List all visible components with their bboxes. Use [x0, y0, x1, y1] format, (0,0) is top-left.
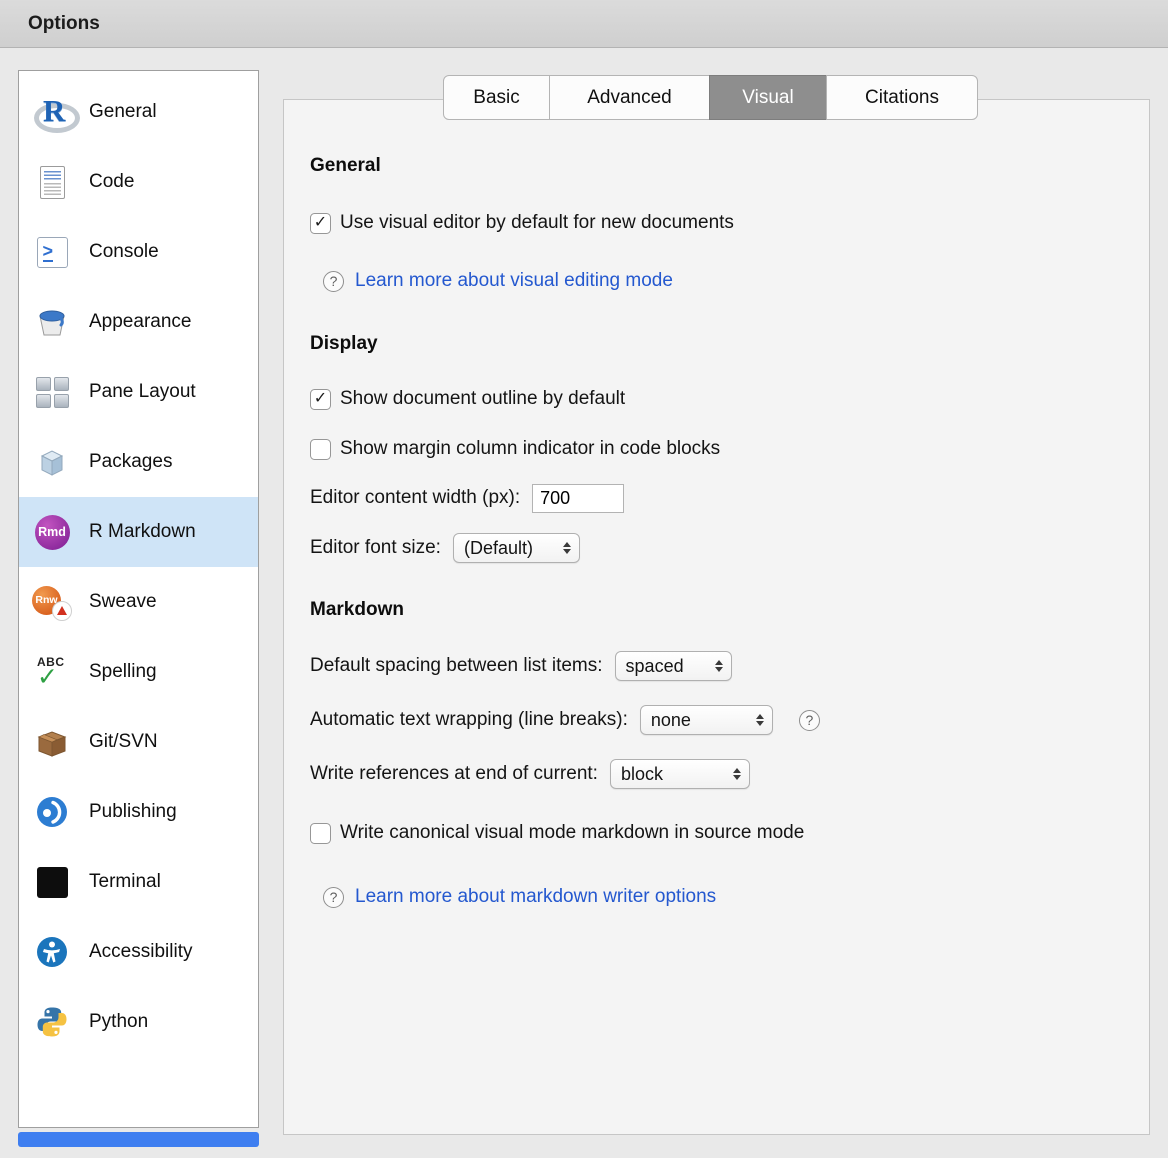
help-icon[interactable]: ? [323, 271, 344, 292]
tab-bar: Basic Advanced Visual Citations [443, 75, 978, 120]
sidebar-item-label: Sweave [89, 591, 157, 613]
canonical-markdown-checkbox[interactable] [310, 823, 331, 844]
show-outline-checkbox[interactable] [310, 389, 331, 410]
references-select[interactable]: block [610, 759, 750, 789]
display-section-heading: Display [310, 330, 1149, 358]
sidebar-item-spelling[interactable]: ABC✓ Spelling [19, 637, 258, 707]
visual-settings-panel: General Use visual editor by default for… [283, 99, 1150, 1135]
window-title: Options [28, 13, 100, 35]
paint-bucket-icon [32, 302, 72, 342]
sidebar-item-general[interactable]: R General [19, 77, 258, 147]
sidebar-item-publishing[interactable]: Publishing [19, 777, 258, 847]
chevron-up-down-icon [715, 660, 723, 673]
show-outline-label: Show document outline by default [340, 388, 625, 410]
learn-more-visual-editing-link[interactable]: Learn more about visual editing mode [355, 270, 673, 292]
markdown-section-heading: Markdown [310, 596, 1149, 624]
text-wrapping-row: Automatic text wrapping (line breaks): n… [310, 704, 1149, 736]
editor-font-size-label: Editor font size: [310, 537, 441, 559]
text-wrapping-select[interactable]: none [640, 705, 773, 735]
show-margin-checkbox[interactable] [310, 439, 331, 460]
editor-content-width-row: Editor content width (px): [310, 482, 1149, 514]
ok-button-partial[interactable] [18, 1132, 259, 1147]
markdown-writer-help-row: ? Learn more about markdown writer optio… [323, 882, 1149, 912]
sidebar-item-label: Git/SVN [89, 731, 158, 753]
canonical-markdown-checkbox-row[interactable]: Write canonical visual mode markdown in … [310, 818, 1149, 848]
sidebar-item-label: Publishing [89, 801, 177, 823]
editor-content-width-input[interactable] [532, 484, 624, 513]
r-logo-icon: R [32, 92, 72, 132]
tab-citations[interactable]: Citations [826, 75, 978, 120]
list-spacing-select[interactable]: spaced [615, 651, 732, 681]
list-spacing-row: Default spacing between list items: spac… [310, 650, 1149, 682]
editor-font-size-row: Editor font size: (Default) [310, 532, 1149, 564]
rmarkdown-badge-icon: Rmd [32, 512, 72, 552]
sidebar-item-label: Appearance [89, 311, 191, 333]
sweave-pdf-icon: Rnw [32, 582, 72, 622]
sidebar-item-label: Pane Layout [89, 381, 196, 403]
canonical-markdown-label: Write canonical visual mode markdown in … [340, 822, 804, 844]
tab-basic[interactable]: Basic [443, 75, 550, 120]
chevron-up-down-icon [733, 768, 741, 781]
python-icon [32, 1002, 72, 1042]
git-svn-box-icon [32, 722, 72, 762]
sidebar-item-code[interactable]: Code [19, 147, 258, 217]
sidebar-item-packages[interactable]: Packages [19, 427, 258, 497]
learn-more-markdown-writer-link[interactable]: Learn more about markdown writer options [355, 886, 716, 908]
sidebar-item-pane-layout[interactable]: Pane Layout [19, 357, 258, 427]
sidebar-item-console[interactable]: > Console [19, 217, 258, 287]
tab-visual[interactable]: Visual [709, 75, 827, 120]
sidebar-item-git-svn[interactable]: Git/SVN [19, 707, 258, 777]
text-wrapping-label: Automatic text wrapping (line breaks): [310, 709, 628, 731]
sidebar-item-label: Code [89, 171, 134, 193]
console-prompt-icon: > [32, 232, 72, 272]
spellcheck-icon: ABC✓ [32, 652, 72, 692]
text-wrapping-value: none [651, 710, 691, 731]
text-wrapping-help-icon[interactable]: ? [799, 710, 820, 731]
sidebar-item-terminal[interactable]: Terminal [19, 847, 258, 917]
references-label: Write references at end of current: [310, 763, 598, 785]
terminal-icon [32, 862, 72, 902]
options-category-sidebar: R General Code > Console Appearance Pane… [18, 70, 259, 1128]
window-titlebar: Options [0, 0, 1168, 48]
package-cube-icon [32, 442, 72, 482]
editor-font-size-value: (Default) [464, 538, 533, 559]
sidebar-item-sweave[interactable]: Rnw Sweave [19, 567, 258, 637]
chevron-up-down-icon [563, 542, 571, 555]
sidebar-item-label: Python [89, 1011, 148, 1033]
use-visual-editor-checkbox[interactable] [310, 213, 331, 234]
list-spacing-label: Default spacing between list items: [310, 655, 603, 677]
sidebar-item-label: Packages [89, 451, 172, 473]
references-value: block [621, 764, 663, 785]
accessibility-icon [32, 932, 72, 972]
sidebar-item-label: Spelling [89, 661, 157, 683]
show-margin-label: Show margin column indicator in code blo… [340, 438, 720, 460]
use-visual-editor-checkbox-row[interactable]: Use visual editor by default for new doc… [310, 208, 1149, 238]
code-document-icon [32, 162, 72, 202]
pane-grid-icon [32, 372, 72, 412]
sidebar-item-label: Terminal [89, 871, 161, 893]
sidebar-item-label: Accessibility [89, 941, 192, 963]
show-margin-checkbox-row[interactable]: Show margin column indicator in code blo… [310, 434, 1149, 464]
editor-font-size-select[interactable]: (Default) [453, 533, 580, 563]
show-outline-checkbox-row[interactable]: Show document outline by default [310, 384, 1149, 414]
sidebar-item-appearance[interactable]: Appearance [19, 287, 258, 357]
references-row: Write references at end of current: bloc… [310, 758, 1149, 790]
sidebar-item-r-markdown[interactable]: Rmd R Markdown [19, 497, 258, 567]
help-icon[interactable]: ? [323, 887, 344, 908]
visual-editing-help-row: ? Learn more about visual editing mode [323, 266, 1149, 296]
list-spacing-value: spaced [626, 656, 684, 677]
editor-content-width-label: Editor content width (px): [310, 487, 520, 509]
chevron-up-down-icon [756, 714, 764, 727]
publish-swirl-icon [32, 792, 72, 832]
sidebar-item-label: General [89, 101, 157, 123]
sidebar-item-accessibility[interactable]: Accessibility [19, 917, 258, 987]
sidebar-item-label: R Markdown [89, 521, 196, 543]
sidebar-item-python[interactable]: Python [19, 987, 258, 1057]
general-section-heading: General [310, 152, 1149, 180]
use-visual-editor-label: Use visual editor by default for new doc… [340, 212, 734, 234]
sidebar-item-label: Console [89, 241, 159, 263]
tab-advanced[interactable]: Advanced [549, 75, 710, 120]
